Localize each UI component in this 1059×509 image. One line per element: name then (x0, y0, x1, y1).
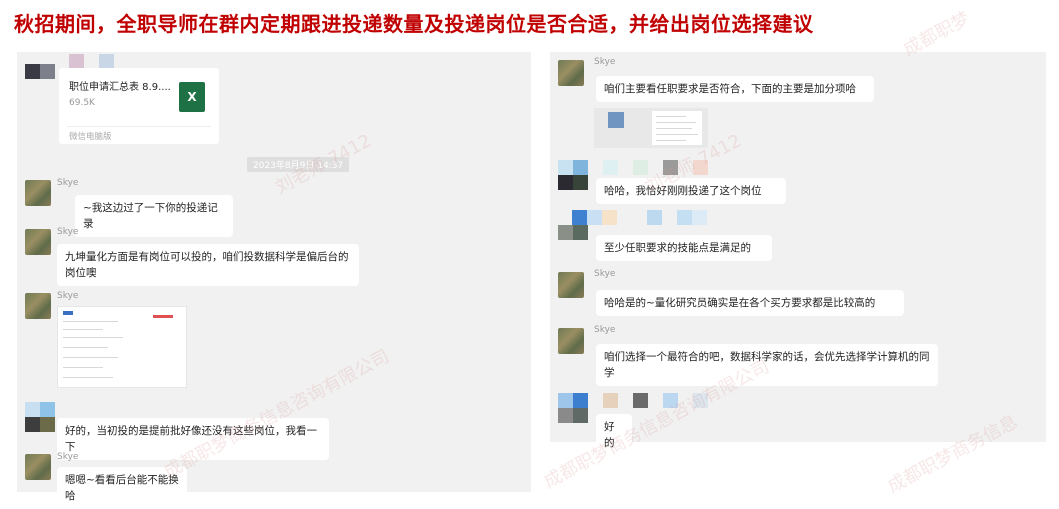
avatar[interactable] (25, 454, 51, 480)
avatar[interactable] (25, 180, 51, 206)
left-chat-panel: 职位申请汇总表 8.9.... 69.5K X 微信电脑版 2023年8月9日 … (17, 52, 531, 509)
file-name: 职位申请汇总表 8.9.... (69, 82, 171, 93)
sender-name: Skye (57, 227, 79, 237)
excel-file-icon: X (179, 82, 205, 112)
blurred-tile (608, 112, 624, 128)
file-size: 69.5K (69, 98, 95, 108)
message-bubble[interactable]: 哈哈，我恰好刚刚投递了这个岗位 (596, 178, 786, 204)
sender-name: Skye (57, 291, 79, 301)
blurred-avatar (558, 175, 588, 190)
message-bubble[interactable]: 至少任职要求的技能点是满足的 (596, 235, 772, 261)
message-bubble[interactable]: 咱们选择一个最符合的吧，数据科学家的话，会优先选择学计算机的同学 (596, 344, 938, 386)
file-source-label: 微信电脑版 (69, 132, 112, 142)
blurred-avatar (558, 225, 588, 240)
avatar[interactable] (25, 229, 51, 255)
divider (67, 126, 211, 127)
avatar[interactable] (25, 293, 51, 319)
sender-name: Skye (57, 452, 79, 462)
message-bubble[interactable]: 九坤量化方面是有岗位可以投的，咱们投数据科学是偏后台的岗位噢 (57, 244, 359, 286)
avatar[interactable] (558, 272, 584, 298)
message-bubble[interactable]: 嗯嗯~看看后台能不能换哈 (57, 467, 187, 509)
image-message-screenshot[interactable] (594, 108, 708, 148)
image-message-screenshot[interactable] (57, 306, 187, 388)
blurred-avatar-mosaic (558, 160, 708, 175)
message-bubble[interactable]: 好的 (596, 414, 632, 456)
message-bubble[interactable]: ~我这边过了一下你的投递记录 (75, 195, 233, 237)
sender-name: Skye (594, 57, 616, 67)
message-bubble[interactable]: 哈哈是的~量化研究员确实是在各个买方要求都是比较高的 (596, 290, 904, 316)
sender-name: Skye (57, 178, 79, 188)
blurred-avatar (25, 417, 55, 432)
file-message-card[interactable]: 职位申请汇总表 8.9.... 69.5K X 微信电脑版 (59, 68, 219, 144)
avatar[interactable] (558, 60, 584, 86)
sender-name: Skye (594, 325, 616, 335)
message-timestamp: 2023年8月9日 14:37 (247, 157, 350, 172)
right-chat-panel: Skye 咱们主要看任职要求是否符合，下面的主要是加分项哈 哈哈，我恰好刚刚投递… (550, 52, 1046, 456)
blurred-avatar (25, 64, 55, 79)
message-bubble[interactable]: 咱们主要看任职要求是否符合，下面的主要是加分项哈 (596, 76, 874, 102)
blurred-avatar-mosaic (25, 402, 55, 417)
screenshot-document (652, 111, 702, 145)
blurred-avatar (558, 408, 588, 423)
blurred-avatar-mosaic (558, 393, 708, 408)
blurred-avatar-mosaic (69, 54, 114, 69)
screenshot-logo (63, 311, 73, 315)
blurred-avatar-mosaic (572, 210, 707, 225)
page-title: 秋招期间，全职导师在群内定期跟进投递数量及投递岗位是否合适，并给出岗位选择建议 (14, 12, 814, 36)
sender-name: Skye (594, 269, 616, 279)
message-bubble[interactable]: 好的，当初投的是提前批好像还没有这些岗位，我看一下 (57, 418, 329, 460)
avatar[interactable] (558, 328, 584, 354)
